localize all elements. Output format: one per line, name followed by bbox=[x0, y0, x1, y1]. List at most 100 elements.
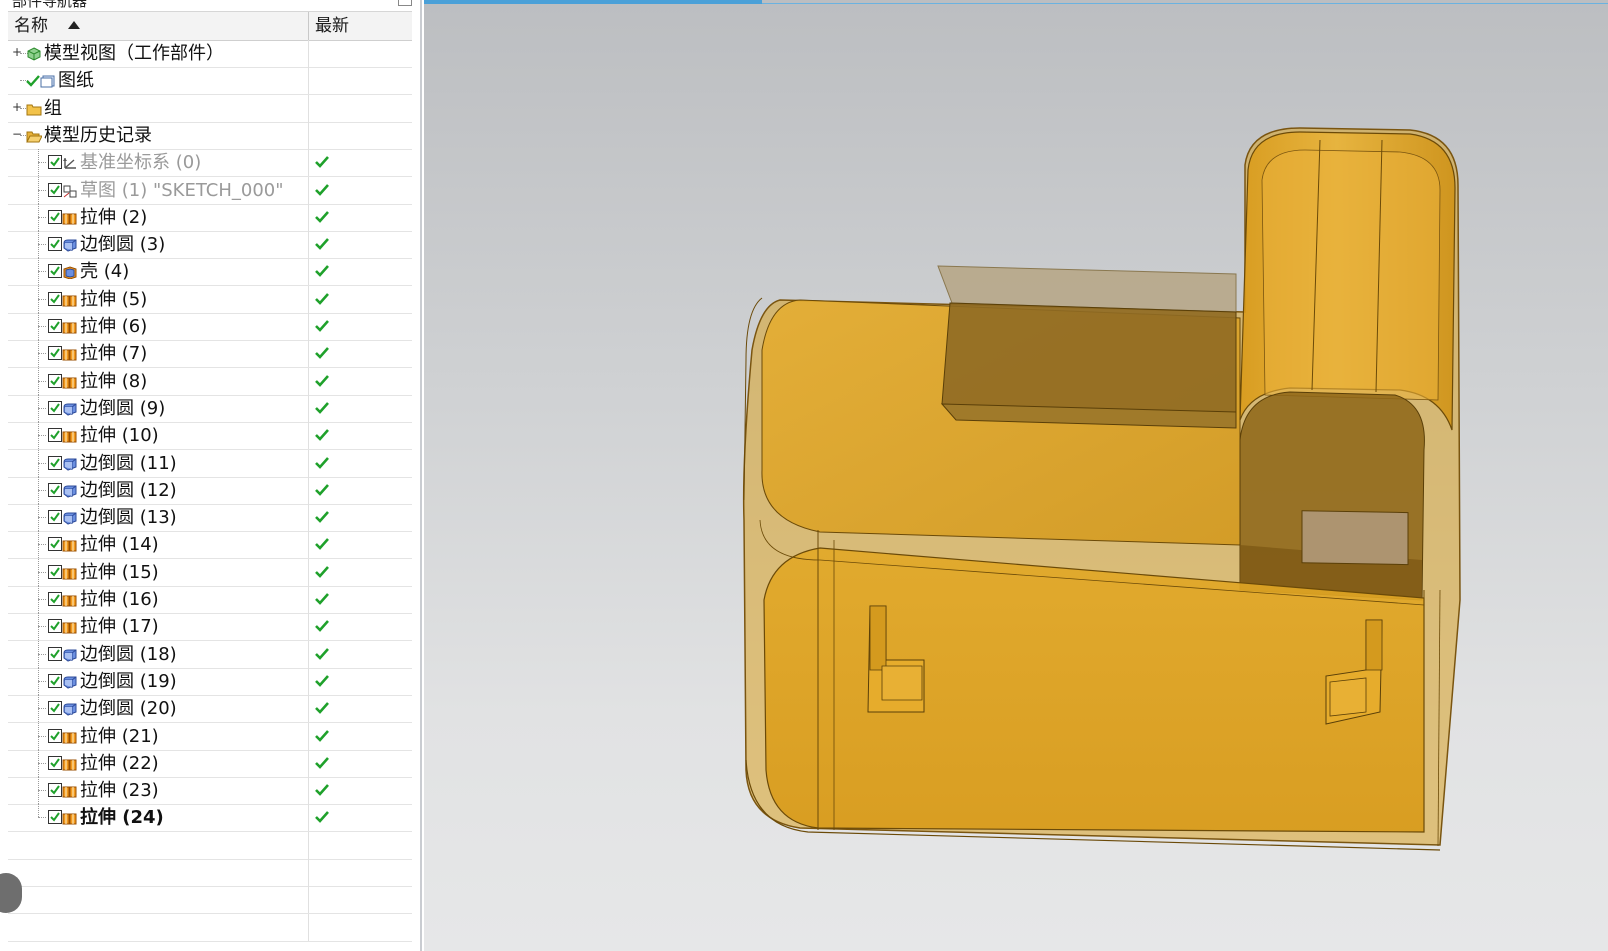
datum-csys-icon bbox=[62, 155, 78, 169]
column-divider bbox=[308, 886, 309, 913]
latest-check-icon bbox=[314, 482, 330, 498]
tree-row[interactable]: 边倒圆 (20) bbox=[8, 695, 412, 723]
column-divider bbox=[308, 258, 309, 285]
column-divider bbox=[308, 914, 309, 941]
expand-icon[interactable]: + bbox=[12, 101, 22, 113]
visibility-checkbox[interactable] bbox=[48, 374, 62, 388]
extrude-icon bbox=[62, 592, 78, 607]
column-divider bbox=[308, 723, 309, 750]
collapse-icon[interactable]: − bbox=[12, 128, 22, 140]
tree-row-label: 拉伸 (15) bbox=[80, 562, 159, 583]
column-header: 名称 最新 bbox=[8, 11, 412, 41]
tree-row-label: 模型历史记录 bbox=[44, 125, 152, 146]
3d-part-model[interactable] bbox=[424, 0, 1608, 951]
tree-row[interactable]: 图纸 bbox=[8, 67, 412, 95]
tree-connector bbox=[38, 763, 46, 764]
visibility-checkbox[interactable] bbox=[48, 537, 62, 551]
tree-row[interactable]: 边倒圆 (18) bbox=[8, 641, 412, 669]
tree-row[interactable]: 拉伸 (22) bbox=[8, 750, 412, 778]
visibility-checkbox[interactable] bbox=[48, 729, 62, 743]
tree-row[interactable]: 拉伸 (15) bbox=[8, 559, 412, 587]
tree-row[interactable]: 拉伸 (2) bbox=[8, 204, 412, 232]
column-divider bbox=[308, 149, 309, 176]
tree-row[interactable]: 边倒圆 (13) bbox=[8, 504, 412, 532]
tree-row-label: 图纸 bbox=[58, 70, 94, 91]
tree-row[interactable]: + 组 bbox=[8, 95, 412, 123]
tree-row[interactable]: 拉伸 (6) bbox=[8, 313, 412, 341]
visibility-checkbox[interactable] bbox=[48, 428, 62, 442]
tree-row-label: 边倒圆 (3) bbox=[80, 234, 166, 255]
latest-check-icon bbox=[314, 400, 330, 416]
sort-ascending-icon bbox=[68, 21, 80, 29]
tree-row[interactable]: 拉伸 (24) bbox=[8, 804, 412, 832]
tree-connector bbox=[38, 190, 46, 191]
tree-row[interactable]: 拉伸 (5) bbox=[8, 286, 412, 314]
folder-open-icon bbox=[26, 128, 43, 143]
latest-check-icon bbox=[314, 182, 330, 198]
tree-row[interactable]: 拉伸 (10) bbox=[8, 422, 412, 450]
visibility-checkbox[interactable] bbox=[48, 346, 62, 360]
tree-row[interactable]: 拉伸 (8) bbox=[8, 368, 412, 396]
empty-row bbox=[8, 914, 412, 942]
visibility-checkbox[interactable] bbox=[48, 210, 62, 224]
tree-row-label: 拉伸 (8) bbox=[80, 371, 148, 392]
tree-connector bbox=[38, 736, 46, 737]
tree-connector bbox=[38, 790, 46, 791]
tree-connector bbox=[38, 517, 46, 518]
column-divider bbox=[308, 668, 309, 695]
tree-connector bbox=[38, 572, 46, 573]
visibility-checkbox[interactable] bbox=[48, 183, 62, 197]
visibility-checkbox[interactable] bbox=[48, 319, 62, 333]
visibility-checkbox[interactable] bbox=[48, 264, 62, 278]
part-window-cutout bbox=[1301, 510, 1409, 566]
tree-row[interactable]: + 模型视图（工作部件） bbox=[8, 40, 412, 68]
part-front-face bbox=[763, 547, 1425, 833]
visibility-checkbox[interactable] bbox=[48, 565, 62, 579]
visibility-checkbox[interactable] bbox=[48, 619, 62, 633]
tree-connector bbox=[38, 381, 46, 382]
column-divider bbox=[308, 340, 309, 367]
graphics-viewport[interactable] bbox=[424, 0, 1608, 951]
column-divider[interactable] bbox=[308, 12, 309, 40]
tree-row[interactable]: 边倒圆 (11) bbox=[8, 450, 412, 478]
visibility-checkbox[interactable] bbox=[48, 592, 62, 606]
tree-row[interactable]: 拉伸 (21) bbox=[8, 723, 412, 751]
visibility-checkbox[interactable] bbox=[48, 237, 62, 251]
tree-row[interactable]: 拉伸 (17) bbox=[8, 613, 412, 641]
tree-row[interactable]: 拉伸 (14) bbox=[8, 531, 412, 559]
expand-icon[interactable]: + bbox=[12, 46, 22, 58]
visibility-checkbox[interactable] bbox=[48, 483, 62, 497]
visibility-checkbox[interactable] bbox=[48, 674, 62, 688]
latest-check-icon bbox=[314, 345, 330, 361]
tree-row[interactable]: 边倒圆 (19) bbox=[8, 668, 412, 696]
tree-row[interactable]: 拉伸 (16) bbox=[8, 586, 412, 614]
visibility-checkbox[interactable] bbox=[48, 701, 62, 715]
panel-splitter[interactable] bbox=[420, 0, 422, 951]
tree-row[interactable]: 拉伸 (7) bbox=[8, 340, 412, 368]
visibility-checkbox[interactable] bbox=[48, 756, 62, 770]
column-divider bbox=[308, 231, 309, 258]
visibility-checkbox[interactable] bbox=[48, 810, 62, 824]
tree-row-label: 拉伸 (5) bbox=[80, 289, 148, 310]
visibility-checkbox[interactable] bbox=[48, 783, 62, 797]
visibility-checkbox[interactable] bbox=[48, 647, 62, 661]
latest-check-icon bbox=[314, 755, 330, 771]
visibility-checkbox[interactable] bbox=[48, 401, 62, 415]
visibility-checkbox[interactable] bbox=[48, 456, 62, 470]
panel-restore-button[interactable] bbox=[398, 0, 412, 6]
visibility-checkbox[interactable] bbox=[48, 155, 62, 169]
visibility-checkbox[interactable] bbox=[48, 292, 62, 306]
tree-row[interactable]: 草图 (1) "SKETCH_000" bbox=[8, 177, 412, 205]
tree-row[interactable]: 边倒圆 (3) bbox=[8, 231, 412, 259]
tree-row[interactable]: 基准坐标系 (0) bbox=[8, 149, 412, 177]
tree-row-label: 边倒圆 (13) bbox=[80, 507, 177, 528]
column-name-header[interactable]: 名称 bbox=[14, 12, 48, 40]
tree-row[interactable]: 壳 (4) bbox=[8, 258, 412, 286]
tree-row-label: 边倒圆 (11) bbox=[80, 453, 177, 474]
visibility-checkbox[interactable] bbox=[48, 510, 62, 524]
tree-row[interactable]: 边倒圆 (12) bbox=[8, 477, 412, 505]
tree-row[interactable]: − 模型历史记录 bbox=[8, 122, 412, 150]
column-latest-header[interactable]: 最新 bbox=[315, 12, 349, 40]
tree-row[interactable]: 拉伸 (23) bbox=[8, 777, 412, 805]
tree-row[interactable]: 边倒圆 (9) bbox=[8, 395, 412, 423]
